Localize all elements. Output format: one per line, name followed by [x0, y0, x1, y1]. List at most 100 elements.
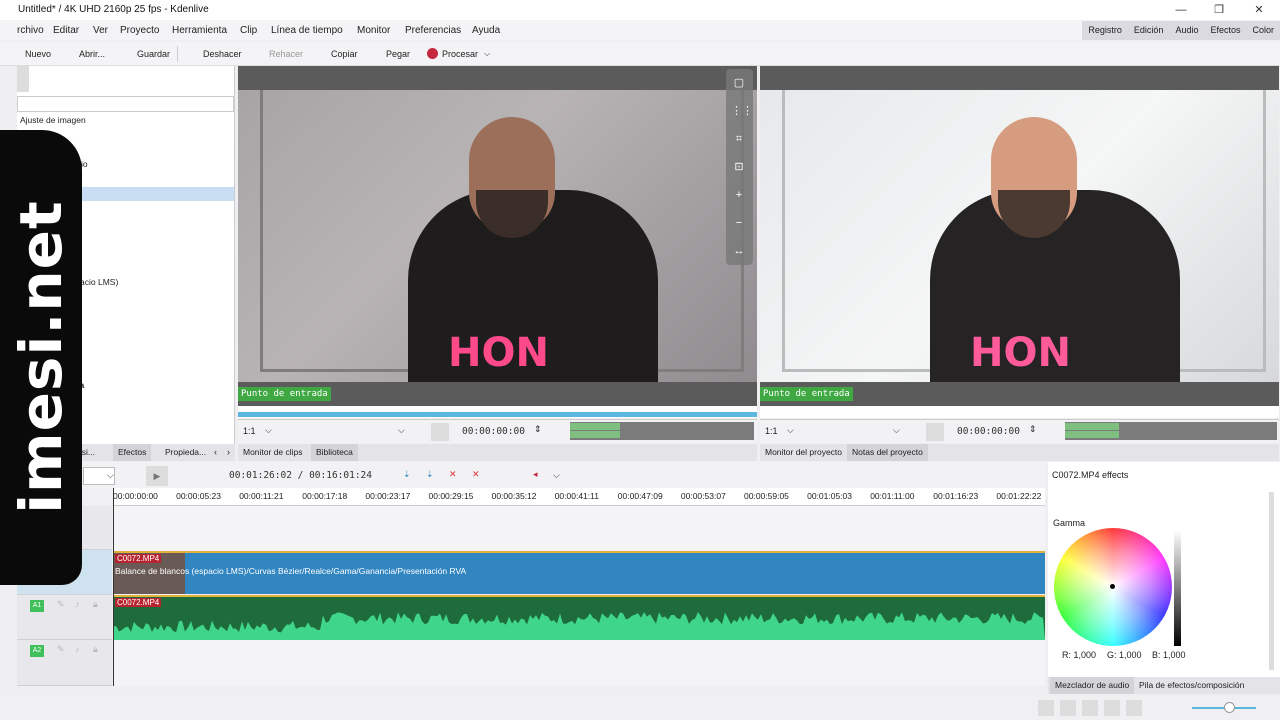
project-timecode-spinner-icon[interactable]: ⇕	[1029, 424, 1037, 435]
tab-effects[interactable]: Efectos	[113, 444, 152, 461]
status-tool-icon-1[interactable]	[1038, 700, 1054, 716]
clip-timecode[interactable]: 00:00:00:00	[462, 426, 525, 437]
a2-mute-icon[interactable]: ♪	[75, 644, 80, 654]
render-dropdown-chevron-icon[interactable]: ⌵	[484, 49, 490, 59]
marker-icon[interactable]: ◂	[533, 469, 538, 480]
track-a2-label[interactable]: A2	[30, 645, 44, 657]
a2-edit-icon[interactable]: ✎	[57, 644, 65, 655]
gamma-luma-slider[interactable]	[1174, 530, 1181, 646]
project-monitor[interactable]: HON Punto de entrada	[760, 66, 1279, 406]
toolbar-separator	[177, 46, 178, 62]
menu-ayuda[interactable]: Ayuda	[472, 25, 500, 36]
menu-proyecto[interactable]: Proyecto	[120, 25, 159, 36]
color-wheel-handle[interactable]	[1110, 584, 1115, 589]
effect-stack-scrollbar[interactable]	[1269, 492, 1274, 670]
layout-registro[interactable]: Registro	[1082, 21, 1128, 40]
status-tool-icon-3[interactable]	[1082, 700, 1098, 716]
playhead[interactable]	[113, 488, 114, 686]
track-v2[interactable]	[113, 506, 1045, 550]
copy-button[interactable]: Copiar	[331, 49, 358, 59]
tab-library[interactable]: Biblioteca	[311, 444, 358, 461]
clip-fullscreen-icon[interactable]	[431, 423, 449, 441]
clip-monitor[interactable]: HON ▢ ⋮⋮ ⌗ ⊡ + − ↔ Punto de entrada	[238, 66, 757, 406]
project-zoom-chevron-icon[interactable]: ⌵	[787, 425, 794, 436]
grid-icon[interactable]: ⋮⋮	[731, 103, 753, 119]
tab-scroll-left-icon[interactable]: ‹	[214, 447, 217, 457]
safe-zone-icon[interactable]: ⌗	[731, 131, 747, 147]
tab-scroll-right-icon[interactable]: ›	[227, 447, 230, 457]
clip-zoom-select[interactable]: 1:1	[243, 426, 256, 436]
project-ruler[interactable]	[760, 406, 1279, 418]
menu-ver[interactable]: Ver	[93, 25, 108, 36]
layout-edicion[interactable]: Edición	[1128, 21, 1170, 40]
play-icon[interactable]: ▶	[146, 466, 168, 486]
timeline-ruler[interactable]: 00:00:00:00 00:00:05:23 00:00:11:21 00:00:1…	[113, 488, 1045, 506]
timeline[interactable]: 00:00:00:00 00:00:05:23 00:00:11:21 00:00:1…	[17, 488, 1045, 686]
a2-lock-icon[interactable]: 🔒︎	[93, 644, 98, 655]
effects-search-input[interactable]	[17, 96, 234, 112]
close-button[interactable]: ✕	[1244, 2, 1274, 18]
tab-clip-monitor[interactable]: Monitor de clips	[238, 444, 308, 461]
extract-icon[interactable]: ✕	[472, 469, 480, 480]
clip-ruler[interactable]	[238, 406, 757, 418]
menu-monitor[interactable]: Monitor	[357, 25, 390, 36]
zoom-in-icon[interactable]: +	[731, 187, 747, 203]
marker-chevron-icon[interactable]: ⌵	[553, 470, 560, 481]
project-timecode[interactable]: 00:00:00:00	[957, 426, 1020, 437]
zoom-out-icon[interactable]: −	[731, 215, 747, 231]
move-icon[interactable]: ↔	[731, 243, 747, 259]
track-a1-label[interactable]: A1	[30, 600, 44, 612]
clip-marker-chevron-icon[interactable]: ⌵	[398, 425, 405, 436]
menu-clip[interactable]: Clip	[240, 25, 257, 36]
open-button[interactable]: Abrir...	[79, 49, 105, 59]
tab-effect-stack[interactable]: Pila de efectos/composición	[1134, 677, 1249, 694]
zoom-slider-handle[interactable]	[1224, 702, 1235, 713]
project-marker-chevron-icon[interactable]: ⌵	[893, 425, 900, 436]
track-a2[interactable]	[113, 640, 1045, 686]
paste-button[interactable]: Pegar	[386, 49, 410, 59]
menu-herramienta[interactable]: Herramienta	[172, 25, 227, 36]
menu-linea-de-tiempo[interactable]: Línea de tiempo	[271, 25, 343, 36]
hamburger-menu-icon[interactable]	[17, 66, 29, 92]
insert-icon[interactable]: ⇣	[403, 469, 411, 480]
menu-archivo[interactable]: rchivo	[17, 25, 44, 36]
menu-preferencias[interactable]: Preferencias	[405, 25, 461, 36]
new-button[interactable]: Nuevo	[25, 49, 51, 59]
tab-project-monitor[interactable]: Monitor del proyecto	[760, 444, 847, 461]
layout-audio[interactable]: Audio	[1169, 21, 1204, 40]
clip-zone-bar	[238, 412, 757, 417]
undo-button[interactable]: Deshacer	[203, 49, 242, 59]
maximize-button[interactable]: ❐	[1204, 2, 1234, 18]
remove-icon[interactable]: ✕	[449, 469, 457, 480]
clip-timecode-spinner-icon[interactable]: ⇕	[534, 424, 542, 435]
layout-color[interactable]: Color	[1246, 21, 1280, 40]
tab-audio-mixer[interactable]: Mezclador de audio	[1050, 677, 1135, 694]
video-clip[interactable]: C0072.MP4 Balance de blancos (espacio LM…	[113, 551, 1045, 594]
status-tool-icon-5[interactable]	[1126, 700, 1142, 716]
layout-efectos[interactable]: Efectos	[1204, 21, 1246, 40]
a1-lock-icon[interactable]: 🔒︎	[93, 599, 98, 610]
menu-editar[interactable]: Editar	[53, 25, 79, 36]
track-head-a2: A2 ✎ ♪ 🔒︎	[17, 640, 112, 686]
effect-list-item[interactable]: Ajuste de imagen	[17, 113, 234, 127]
audio-clip[interactable]: C0072.MP4	[113, 595, 1045, 640]
status-tool-icon-2[interactable]	[1060, 700, 1076, 716]
project-zoom-select[interactable]: 1:1	[765, 426, 778, 436]
video-clip-effects: Balance de blancos (espacio LMS)/Curvas …	[115, 566, 467, 576]
zoom-frame-icon[interactable]: ⊡	[731, 159, 747, 175]
save-button[interactable]: Guardar	[137, 49, 170, 59]
tab-project-notes[interactable]: Notas del proyecto	[847, 444, 928, 461]
status-tool-icon-4[interactable]	[1104, 700, 1120, 716]
render-button[interactable]: Procesar	[442, 49, 478, 59]
overwrite-icon[interactable]: ⇣	[426, 469, 434, 480]
minimize-button[interactable]: —	[1166, 2, 1196, 18]
color-wheel[interactable]	[1054, 528, 1172, 646]
a1-mute-icon[interactable]: ♪	[75, 599, 80, 609]
redo-button[interactable]: Rehacer	[269, 49, 303, 59]
project-fullscreen-icon[interactable]	[926, 423, 944, 441]
tab-properties[interactable]: Propieda...	[160, 444, 211, 461]
timeline-mode-chevron-icon[interactable]: ⌵	[107, 470, 114, 481]
fit-frame-icon[interactable]: ▢	[731, 75, 747, 91]
a1-edit-icon[interactable]: ✎	[57, 599, 65, 610]
clip-zoom-chevron-icon[interactable]: ⌵	[265, 425, 272, 436]
